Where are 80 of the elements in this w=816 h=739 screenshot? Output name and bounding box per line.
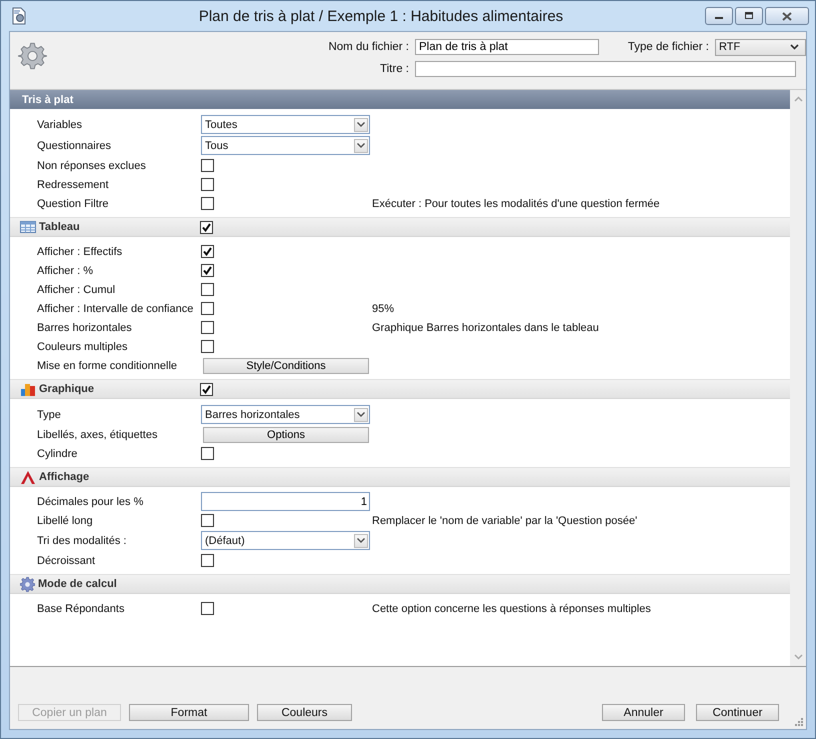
checkbox[interactable] [201,159,214,172]
letter-a-icon [20,470,36,484]
checkbox[interactable] [201,602,214,615]
document-icon [11,7,27,25]
resize-grip-icon[interactable] [794,717,804,727]
option-label: Afficher : Effectifs [37,246,124,258]
option-label: Question Filtre [37,198,110,210]
dropdown[interactable]: Barres horizontales [201,405,370,424]
option-label: Afficher : % [37,264,94,276]
chevron-down-icon [354,138,368,152]
minimize-button[interactable] [705,7,733,25]
file-name-label: Nom du fichier : [327,41,410,53]
checkbox[interactable] [201,245,214,258]
close-icon [782,12,792,20]
option-note: Exécuter : Pour toutes les modalités d'une question fermée [372,198,660,210]
close-button[interactable] [765,7,809,25]
maximize-button[interactable] [735,7,763,25]
checkbox[interactable] [201,321,214,334]
section-title: Graphique [39,383,94,395]
dropdown[interactable]: Toutes [201,115,370,134]
settings-icon [18,40,47,72]
option-note: Cette option concerne les questions à réponses multiples [372,602,651,614]
option-note: 95% [372,302,394,314]
option-label: Afficher : Cumul [37,284,116,296]
file-type-label: Type de fichier : [626,41,710,53]
option-label: Variables [37,118,84,130]
chevron-down-icon [354,408,368,422]
window-title: Plan de tris à plat / Exemple 1 : Habitudes alimentaires [198,8,564,24]
file-name-field[interactable]: Plan de tris à plat [415,39,599,55]
title-label: Titre : [379,63,410,75]
footer-button[interactable]: Format [129,704,249,721]
chevron-down-icon [354,118,368,132]
checkbox[interactable] [201,178,214,191]
checkbox[interactable] [201,264,214,277]
option-label: Base Répondants [37,602,126,614]
number-field[interactable]: 1 [201,492,370,511]
option-label: Type [37,408,62,420]
checkbox[interactable] [200,382,213,396]
option-label: Décimales pour les % [37,496,144,508]
footer-button[interactable]: Couleurs [257,704,352,721]
option-label: Barres horizontales [37,322,133,334]
footer-button[interactable]: Annuler [602,704,685,721]
dropdown[interactable]: (Défaut) [201,531,370,550]
option-button[interactable]: Options [203,426,369,442]
option-label: Mise en forme conditionnelle [37,360,178,372]
bar-chart-icon [20,382,36,396]
option-label: Non réponses exclues [37,160,147,172]
option-label: Afficher : Intervalle de confiance [37,302,194,314]
chevron-down-icon [354,534,368,548]
footer-button[interactable]: Continuer [696,704,779,721]
option-label: Questionnaires [37,140,112,152]
option-note: Remplacer le 'nom de variable' par la 'Question posée' [372,514,638,526]
gear-icon [20,576,35,592]
dropdown[interactable]: Tous [201,136,370,155]
option-label: Cylindre [37,448,78,460]
option-label: Tri des modalités : [37,534,128,546]
checkbox[interactable] [201,514,214,527]
section-title: Tableau [39,221,80,233]
option-label: Libellés, axes, étiquettes [37,428,158,440]
checkbox[interactable] [201,340,214,353]
option-button[interactable]: Style/Conditions [203,358,369,374]
checkbox[interactable] [201,283,214,296]
checkbox[interactable] [201,197,214,210]
checkbox[interactable] [201,302,214,315]
option-note: Graphique Barres horizontales dans le tableau [372,322,599,334]
option-label: Décroissant [37,554,96,566]
checkbox[interactable] [201,554,214,567]
file-type-dropdown[interactable]: RTF [715,38,806,56]
section-title: Affichage [39,471,90,483]
option-label: Libellé long [37,514,94,526]
section-title: Tris à plat [22,94,74,106]
title-field[interactable] [415,61,796,77]
option-label: Couleurs multiples [37,340,128,352]
checkbox[interactable] [200,220,213,234]
maximize-icon [744,12,754,20]
option-label: Redressement [37,178,110,190]
chevron-down-icon [790,44,799,50]
table-icon [20,221,36,233]
section-title: Mode de calcul [38,578,117,590]
checkbox[interactable] [201,447,214,460]
